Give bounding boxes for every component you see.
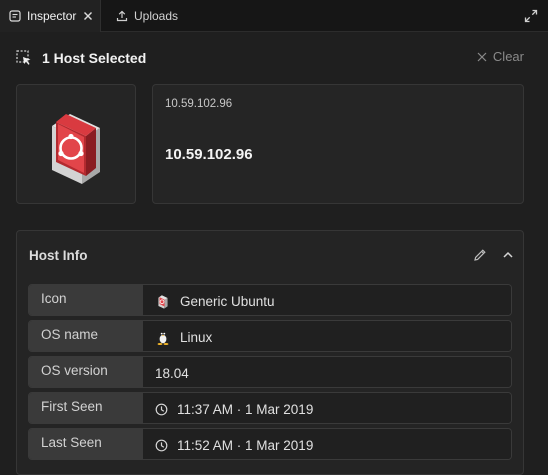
tab-uploads-label: Uploads [134,9,179,23]
selection-cursor-icon [16,50,32,66]
linux-tux-icon [155,329,171,345]
host-subtitle: 10.59.102.96 [165,98,233,110]
info-value[interactable]: 11:52 AM · 1 Mar 2019 [143,429,511,459]
info-label: Icon [29,285,143,315]
tab-uploads[interactable]: Uploads [101,0,193,32]
selection-header: 1 Host Selected Clear [16,49,524,67]
clock-icon [155,439,168,452]
info-row-last-seen: Last Seen 11:52 AM · 1 Mar 2019 [28,428,512,460]
host-thumbnail-card [16,84,136,204]
info-label: OS version [29,357,143,387]
info-value[interactable]: Linux [143,321,511,351]
clear-button[interactable]: Clear [477,49,524,64]
info-value[interactable]: Generic Ubuntu [143,285,511,315]
tab-bar: Inspector Uploads [0,0,548,32]
host-detail-card: 10.59.102.96 10.59.102.96 [152,84,524,204]
upload-icon [116,10,128,22]
info-value-text: 11:37 AM · 1 Mar 2019 [177,401,314,417]
host-info-rows: Icon Generic Ubuntu OS name Linux OS ver… [28,284,512,464]
info-value-text: 18.04 [155,365,189,381]
host-title: 10.59.102.96 [165,146,253,163]
info-value-text: Generic Ubuntu [180,293,275,309]
info-value-text: Linux [180,329,213,345]
close-icon [477,52,487,62]
info-label: First Seen [29,393,143,423]
close-icon[interactable] [82,10,94,22]
info-label: OS name [29,321,143,351]
info-row-first-seen: First Seen 11:37 AM · 1 Mar 2019 [28,392,512,424]
info-row-os-version: OS version 18.04 [28,356,512,388]
tab-inspector-label: Inspector [27,9,77,23]
selection-title: 1 Host Selected [42,50,147,66]
clear-label: Clear [492,49,524,64]
ubuntu-host-icon [155,293,171,309]
expand-icon[interactable] [524,9,538,23]
info-value[interactable]: 18.04 [143,357,511,387]
info-row-icon: Icon Generic Ubuntu [28,284,512,316]
pencil-icon[interactable] [473,248,487,262]
info-label: Last Seen [29,429,143,459]
info-row-os-name: OS name Linux [28,320,512,352]
inspector-panel: 1 Host Selected Clear 10.59.102.96 10.59… [0,32,548,475]
info-value-text: 11:52 AM · 1 Mar 2019 [177,437,314,453]
inspector-icon [9,10,21,22]
ubuntu-host-icon [52,114,100,184]
tab-inspector[interactable]: Inspector [0,0,101,32]
host-info-card: Host Info Icon Generic Ubuntu OS name Li… [16,230,524,475]
host-info-title: Host Info [29,248,88,263]
clock-icon [155,403,168,416]
chevron-up-icon[interactable] [501,248,515,262]
info-value[interactable]: 11:37 AM · 1 Mar 2019 [143,393,511,423]
